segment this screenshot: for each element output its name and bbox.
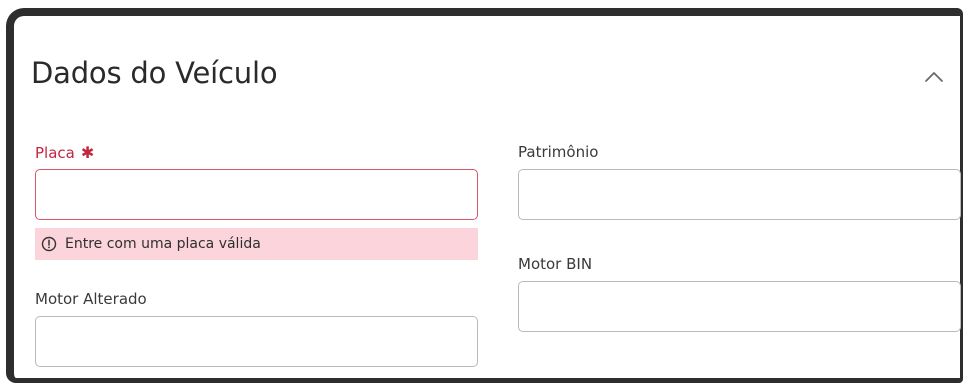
motor-bin-label: Motor BIN	[518, 255, 593, 273]
patrimonio-label: Patrimônio	[518, 143, 599, 161]
placa-error-text: Entre com uma placa válida	[65, 236, 261, 252]
motor-bin-input[interactable]	[518, 281, 961, 332]
motor-alterado-label: Motor Alterado	[35, 290, 147, 308]
card-title: Dados do Veículo	[31, 56, 278, 90]
chevron-up-icon	[925, 72, 943, 82]
motor-alterado-input[interactable]	[35, 316, 478, 367]
placa-input[interactable]	[35, 169, 478, 220]
placa-error-message: Entre com uma placa válida	[35, 228, 478, 260]
required-marker: ✱	[80, 143, 95, 162]
alert-circle-icon	[41, 236, 57, 252]
placa-label-text: Placa	[35, 144, 75, 162]
patrimonio-input[interactable]	[518, 169, 961, 220]
placa-label: Placa ✱	[35, 143, 94, 162]
collapse-button[interactable]	[920, 64, 948, 88]
